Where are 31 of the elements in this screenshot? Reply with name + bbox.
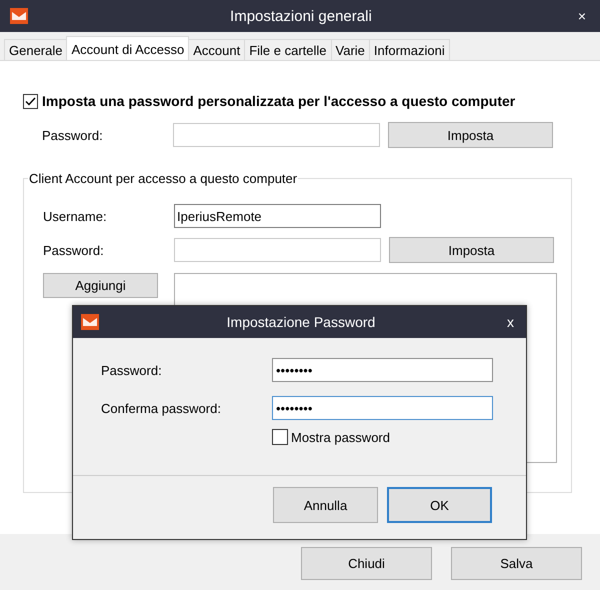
close-button[interactable]: × — [574, 8, 590, 24]
set-button[interactable]: Imposta — [388, 122, 553, 148]
window-title: Impostazioni generali — [229, 8, 373, 24]
password-field[interactable]: •••••••• — [272, 358, 493, 382]
checkbox[interactable] — [23, 94, 38, 108]
tab[interactable]: Informazioni — [368, 39, 450, 60]
password-field[interactable] — [174, 238, 381, 262]
add-button[interactable]: Aggiungi — [43, 273, 158, 298]
tab[interactable]: Generale — [4, 39, 68, 60]
field-label: Username: — [43, 208, 108, 224]
password-field[interactable] — [173, 123, 380, 147]
group-title: Client Account per accesso a questo computer — [28, 171, 298, 186]
dialog-button[interactable]: Annulla — [273, 487, 378, 523]
set-button[interactable]: Imposta — [389, 237, 554, 263]
field-label: Password: — [42, 128, 104, 142]
tab[interactable]: Account di Accesso — [66, 36, 190, 60]
dialog-button[interactable]: OK — [387, 487, 492, 523]
checkbox-label: Mostra password — [291, 430, 390, 444]
logo-icon — [10, 8, 28, 24]
footer-button[interactable]: Chiudi — [301, 547, 432, 580]
field-label: Password: — [43, 242, 105, 258]
close-button[interactable]: x — [503, 314, 518, 330]
dialog-title: Impostazione Password — [226, 314, 376, 330]
checkbox-label: Imposta una password personalizzata per l'accesso a questo computer — [42, 93, 516, 109]
logo-icon — [81, 314, 99, 330]
checkbox[interactable] — [272, 429, 288, 445]
footer-button[interactable]: Salva — [451, 547, 582, 580]
username-field[interactable]: IperiusRemote — [174, 204, 381, 228]
password-field[interactable]: •••••••• — [272, 396, 493, 420]
field-label: Password: — [101, 362, 163, 378]
field-label: Conferma password: — [101, 400, 222, 416]
